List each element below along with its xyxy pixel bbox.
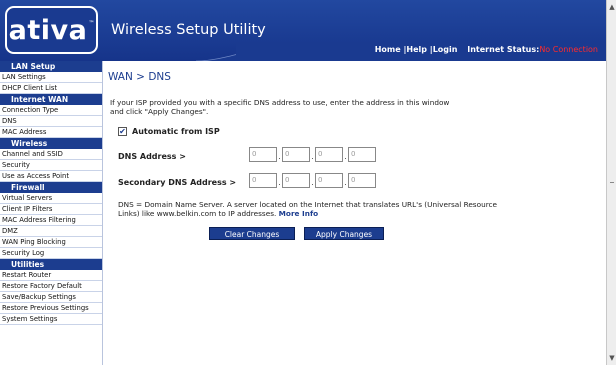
sidebar-section-wireless[interactable]: Wireless	[0, 138, 102, 149]
sidebar-item-mac-filtering[interactable]: MAC Address Filtering	[0, 215, 102, 226]
sidebar-item-mac-address[interactable]: MAC Address	[0, 127, 102, 138]
app-title: Wireless Setup Utility	[111, 22, 266, 38]
sidebar-item-restart-router[interactable]: Restart Router	[0, 270, 102, 281]
secondary-dns-address-fields: 0 . 0 . 0 . 0	[249, 173, 376, 188]
sidebar-item-dmz[interactable]: DMZ	[0, 226, 102, 237]
header-banner: ativa ™ Wireless Setup Utility Home |Hel…	[0, 0, 606, 61]
ativa-logo: ativa ™	[5, 6, 98, 54]
secondary-dns-octet-1-input[interactable]: 0	[249, 173, 277, 188]
sidebar-item-channel-ssid[interactable]: Channel and SSID	[0, 149, 102, 160]
checkmark-icon: ✔	[119, 126, 126, 136]
sidebar-item-security-log[interactable]: Security Log	[0, 248, 102, 259]
automatic-from-isp-checkbox[interactable]: ✔	[118, 127, 127, 136]
dns-address-fields: 0 . 0 . 0 . 0	[249, 147, 376, 162]
dns-octet-4-input[interactable]: 0	[348, 147, 376, 162]
sidebar-item-save-backup[interactable]: Save/Backup Settings	[0, 292, 102, 303]
intro-line-1: If your ISP provided you with a specific…	[110, 98, 450, 107]
dns-address-label: DNS Address >	[118, 152, 186, 161]
dns-octet-2-input[interactable]: 0	[282, 147, 310, 162]
automatic-from-isp-row: ✔ Automatic from ISP	[118, 127, 220, 136]
secondary-dns-octet-4-input[interactable]: 0	[348, 173, 376, 188]
scroll-up-arrow-icon[interactable]: ▲	[608, 2, 616, 12]
sidebar-nav: LAN Setup LAN Settings DHCP Client List …	[0, 61, 103, 365]
logo-trademark: ™	[88, 19, 95, 27]
sidebar-section-lan-setup[interactable]: LAN Setup	[0, 61, 102, 72]
sidebar-item-dns[interactable]: DNS	[0, 116, 102, 127]
sidebar-section-utilities[interactable]: Utilities	[0, 259, 102, 270]
sidebar-item-wan-ping-blocking[interactable]: WAN Ping Blocking	[0, 237, 102, 248]
secondary-dns-octet-3-input[interactable]: 0	[315, 173, 343, 188]
sidebar-item-security[interactable]: Security	[0, 160, 102, 171]
clear-changes-button[interactable]: Clear Changes	[209, 227, 295, 240]
sidebar-item-dhcp-client-list[interactable]: DHCP Client List	[0, 83, 102, 94]
sidebar-item-connection-type[interactable]: Connection Type	[0, 105, 102, 116]
sidebar-item-restore-factory[interactable]: Restore Factory Default	[0, 281, 102, 292]
top-navigation: Home |Help |Login Internet Status:No Con…	[375, 45, 598, 54]
sidebar-section-internet-wan[interactable]: Internet WAN	[0, 94, 102, 105]
scroll-grip[interactable]	[610, 182, 614, 183]
sidebar-item-system-settings[interactable]: System Settings	[0, 314, 102, 325]
intro-line-2: and click "Apply Changes".	[110, 107, 209, 116]
automatic-from-isp-label: Automatic from ISP	[132, 127, 220, 136]
sidebar-item-lan-settings[interactable]: LAN Settings	[0, 72, 102, 83]
nav-help-link[interactable]: Help	[406, 45, 427, 54]
vertical-scrollbar[interactable]: ▲ ▼	[606, 0, 616, 365]
secondary-dns-octet-2-input[interactable]: 0	[282, 173, 310, 188]
dns-octet-1-input[interactable]: 0	[249, 147, 277, 162]
nav-home-link[interactable]: Home	[375, 45, 401, 54]
logo-text: ativa	[8, 14, 88, 46]
sidebar-item-client-ip-filters[interactable]: Client IP Filters	[0, 204, 102, 215]
sidebar-item-virtual-servers[interactable]: Virtual Servers	[0, 193, 102, 204]
sidebar-item-restore-previous[interactable]: Restore Previous Settings	[0, 303, 102, 314]
internet-status-value: No Connection	[539, 45, 598, 54]
more-info-link[interactable]: More Info	[279, 209, 318, 218]
nav-login-link[interactable]: Login	[433, 45, 458, 54]
dns-octet-3-input[interactable]: 0	[315, 147, 343, 162]
main-content: WAN > DNS If your ISP provided you with …	[108, 61, 603, 365]
page-title: WAN > DNS	[108, 71, 171, 83]
internet-status-label: Internet Status:	[467, 45, 540, 54]
scroll-down-arrow-icon[interactable]: ▼	[608, 353, 616, 363]
apply-changes-button[interactable]: Apply Changes	[304, 227, 384, 240]
dns-description: DNS = Domain Name Server. A server locat…	[118, 200, 498, 218]
sidebar-section-firewall[interactable]: Firewall	[0, 182, 102, 193]
sidebar-item-access-point[interactable]: Use as Access Point	[0, 171, 102, 182]
intro-text: If your ISP provided you with a specific…	[110, 98, 530, 116]
secondary-dns-address-label: Secondary DNS Address >	[118, 178, 237, 187]
